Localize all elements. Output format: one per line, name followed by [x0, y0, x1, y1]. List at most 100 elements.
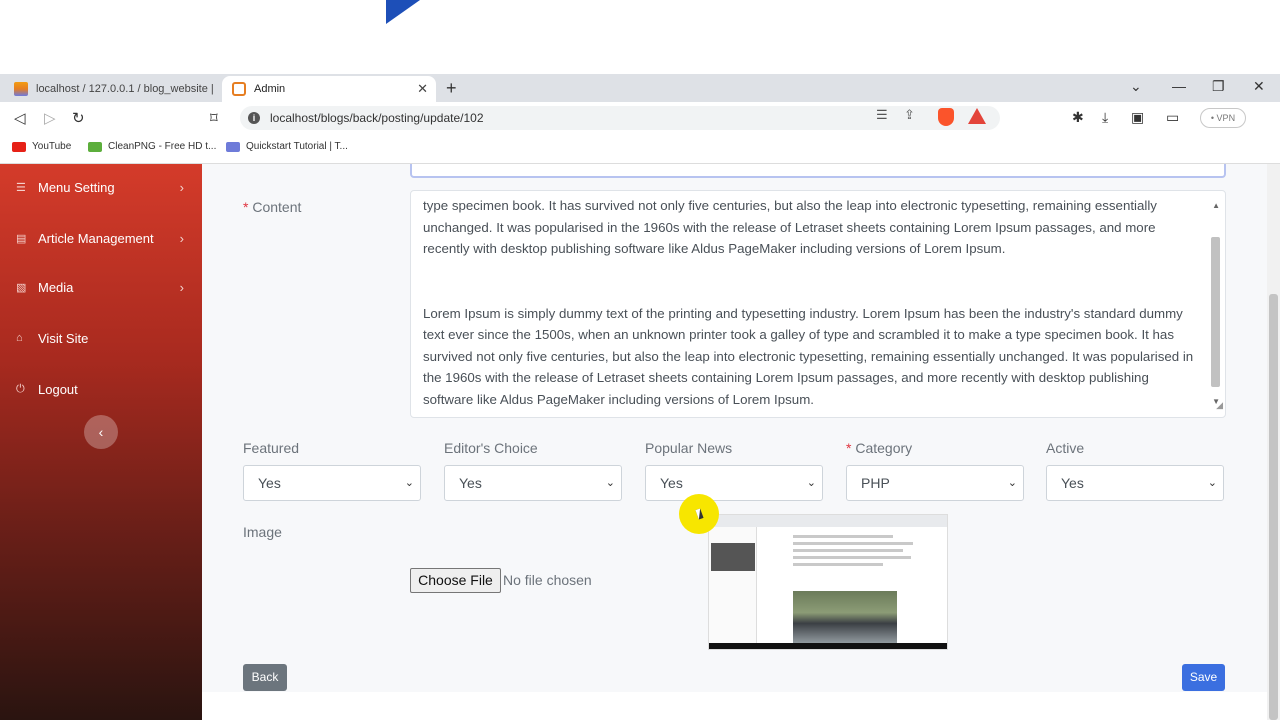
bookmark-youtube[interactable]: YouTube: [12, 141, 71, 152]
category-label: * Category: [846, 440, 912, 456]
forward-icon[interactable]: ▷: [44, 109, 56, 127]
tab-phpmyadmin[interactable]: localhost / 127.0.0.1 / blog_website | p…: [4, 76, 220, 102]
popular-news-select[interactable]: Yes ⌄: [645, 465, 823, 501]
address-bar-row: ◁ ▷ ↻ ⌑ i localhost/blogs/back/posting/u…: [0, 102, 1280, 134]
sidebar-collapse-button[interactable]: ‹: [84, 415, 118, 449]
save-button[interactable]: Save: [1182, 664, 1225, 691]
category-select[interactable]: PHP ⌄: [846, 465, 1024, 501]
resize-handle-icon[interactable]: ◢: [1216, 395, 1223, 417]
maximize-icon[interactable]: ❐: [1212, 78, 1225, 95]
chevron-right-icon: ›: [179, 279, 184, 295]
textarea-scrollbar-thumb[interactable]: [1211, 237, 1220, 387]
active-select[interactable]: Yes ⌄: [1046, 465, 1224, 501]
sidebar-item-menu-setting[interactable]: ☰ Menu Setting ›: [16, 175, 192, 199]
bookmark-label: YouTube: [32, 141, 72, 152]
chevron-right-icon: ›: [179, 230, 184, 246]
extensions-icon[interactable]: ✱: [1072, 109, 1084, 126]
phpmyadmin-icon: [14, 82, 28, 96]
close-tab-icon[interactable]: ✕: [417, 81, 428, 97]
sidebar-item-media[interactable]: ▧ Media ›: [16, 275, 192, 299]
page-scrollbar-thumb[interactable]: [1269, 294, 1278, 720]
admin-sidebar: ☰ Menu Setting › ▤ Article Management › …: [0, 164, 202, 720]
sidebar-item-label: Menu Setting: [38, 179, 115, 195]
choose-file-button[interactable]: Choose File: [410, 568, 501, 593]
footer-strip: [202, 692, 1267, 720]
chevron-down-icon: ⌄: [1207, 477, 1217, 489]
sidebar-item-article-management[interactable]: ▤ Article Management ›: [16, 226, 192, 250]
preview-line: [793, 542, 913, 545]
power-icon: ⏻: [16, 382, 25, 395]
featured-label: Featured: [243, 440, 299, 456]
top-margin: [0, 0, 1280, 74]
required-mark: *: [846, 440, 852, 456]
preview-laptop-photo: [793, 591, 897, 645]
article-icon: ▤: [16, 232, 27, 245]
select-value: Yes: [660, 475, 683, 491]
sidebar-item-label: Article Management: [38, 230, 154, 246]
bookmark-cleanpng[interactable]: CleanPNG - Free HD t...: [88, 141, 216, 152]
select-value: PHP: [861, 475, 890, 491]
download-icon[interactable]: ⤓: [1102, 109, 1108, 126]
file-status-text: No file chosen: [503, 572, 592, 588]
reload-icon[interactable]: ↻: [72, 109, 85, 127]
vpn-button[interactable]: • VPN: [1200, 108, 1246, 128]
editors-choice-select[interactable]: Yes ⌄: [444, 465, 622, 501]
bookmark-quickstart[interactable]: Quickstart Tutorial | T...: [226, 141, 348, 152]
screen: localhost / 127.0.0.1 / blog_website | p…: [0, 0, 1280, 720]
admin-favicon-icon: [232, 82, 246, 96]
preview-line: [793, 563, 883, 566]
new-tab-icon[interactable]: +: [446, 78, 457, 99]
tab-admin[interactable]: Admin ✕: [222, 76, 436, 102]
home-icon: ⌂: [16, 332, 23, 344]
bookmark-label: Quickstart Tutorial | T...: [246, 141, 348, 152]
page-scrollbar[interactable]: [1267, 164, 1280, 720]
sidebar-item-visit-site[interactable]: ⌂ Visit Site: [16, 326, 192, 350]
brave-rewards-icon[interactable]: [968, 108, 986, 124]
select-value: Yes: [1061, 475, 1084, 491]
cleanpng-icon: [88, 141, 102, 152]
back-button[interactable]: Back: [243, 664, 287, 691]
select-label-text: Featured: [243, 440, 300, 456]
preview-sidebar: [709, 527, 757, 647]
minimize-icon[interactable]: —: [1172, 78, 1186, 94]
youtube-icon: [12, 141, 26, 152]
browser-chrome: localhost / 127.0.0.1 / blog_website | p…: [0, 74, 1280, 164]
preview-browser-bar: [709, 515, 947, 527]
required-mark: *: [243, 199, 249, 215]
image-label: Image: [243, 524, 282, 540]
chevron-left-icon: ‹: [98, 424, 104, 440]
featured-select[interactable]: Yes ⌄: [243, 465, 421, 501]
bookmark-icon[interactable]: ⌑: [210, 109, 218, 127]
preview-text-lines: [793, 535, 913, 570]
main-content: * Content type specimen book. It has sur…: [202, 164, 1267, 720]
wallet-icon[interactable]: ▭: [1166, 109, 1179, 126]
chevron-down-icon: ⌄: [605, 477, 615, 489]
sidebar-item-logout[interactable]: ⏻ Logout: [16, 377, 192, 401]
reader-mode-icon[interactable]: ☰: [876, 107, 888, 123]
scroll-up-icon[interactable]: ▲: [1212, 195, 1220, 217]
sidebar-item-label: Visit Site: [38, 330, 89, 346]
image-preview: [708, 514, 948, 650]
brave-shield-icon[interactable]: [938, 108, 954, 126]
select-label-text: Active: [1046, 440, 1085, 456]
bookmark-label: CleanPNG - Free HD t...: [108, 141, 217, 152]
page: ☰ Menu Setting › ▤ Article Management › …: [0, 164, 1280, 720]
content-label-text: Content: [252, 199, 302, 215]
back-icon[interactable]: ◁: [14, 109, 26, 127]
close-window-icon[interactable]: ✕: [1253, 78, 1265, 95]
preview-sidebar-image: [711, 543, 755, 571]
sidebar-item-label: Logout: [38, 381, 78, 397]
chevron-down-icon: ⌄: [1007, 477, 1017, 489]
tab-search-icon[interactable]: ⌄: [1130, 78, 1142, 95]
share-icon[interactable]: ⇪: [904, 107, 915, 123]
sidebar-toggle-icon[interactable]: ▣: [1131, 109, 1144, 126]
chevron-down-icon: ⌄: [404, 477, 414, 489]
title-input-bottom-edge[interactable]: [410, 164, 1226, 178]
content-label: * Content: [243, 199, 301, 215]
tab-label: Admin: [254, 83, 286, 95]
bookmarks-bar: YouTube CleanPNG - Free HD t... Quicksta…: [0, 134, 1280, 164]
media-icon: ▧: [16, 281, 27, 294]
site-info-icon[interactable]: i: [248, 112, 260, 124]
blue-corner-shape: [386, 0, 420, 24]
content-textarea[interactable]: type specimen book. It has survived not …: [410, 190, 1226, 418]
